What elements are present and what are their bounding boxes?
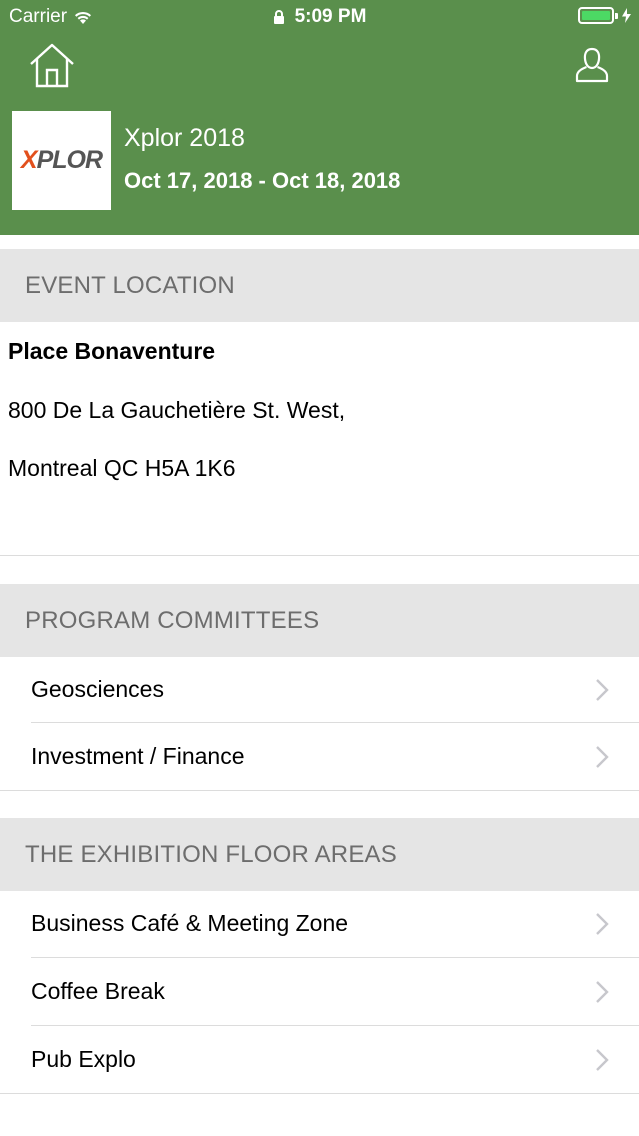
list-item-coffee-break[interactable]: Coffee Break xyxy=(0,958,639,1025)
list-item-business-cafe[interactable]: Business Café & Meeting Zone xyxy=(0,890,639,957)
list-item-geosciences[interactable]: Geosciences xyxy=(0,656,639,723)
list-item-pub-explo[interactable]: Pub Explo xyxy=(0,1026,639,1093)
profile-icon[interactable] xyxy=(574,46,610,84)
list-item-label: Geosciences xyxy=(31,676,164,702)
event-title: Xplor 2018 xyxy=(124,124,245,152)
chevron-right-icon xyxy=(596,1049,609,1071)
list-item-investment-finance[interactable]: Investment / Finance xyxy=(0,723,639,790)
divider xyxy=(0,555,639,556)
divider xyxy=(0,790,639,791)
event-dates: Oct 17, 2018 - Oct 18, 2018 xyxy=(124,168,401,193)
list-item-label: Business Café & Meeting Zone xyxy=(31,910,349,936)
chevron-right-icon xyxy=(596,679,609,701)
status-time: 5:09 PM xyxy=(294,6,367,27)
home-icon[interactable] xyxy=(28,42,76,88)
address-line-1: 800 De La Gauchetière St. West, xyxy=(8,397,346,423)
section-header-exhibition-floor-areas: THE EXHIBITION FLOOR AREAS xyxy=(0,818,639,891)
section-header-event-location: EVENT LOCATION xyxy=(0,249,639,322)
address-line-2: Montreal QC H5A 1K6 xyxy=(8,455,236,481)
chevron-right-icon xyxy=(596,981,609,1003)
battery-fill xyxy=(582,11,610,20)
list-item-label: Coffee Break xyxy=(31,978,165,1004)
list-item-label: Investment / Finance xyxy=(31,743,245,769)
chevron-right-icon xyxy=(596,913,609,935)
event-header: Carrier 5:09 PM XPLOR Xplor 2018 Oct 17,… xyxy=(0,0,639,235)
section-header-program-committees: PROGRAM COMMITTEES xyxy=(0,584,639,657)
status-bar: Carrier 5:09 PM xyxy=(0,0,639,32)
charging-icon xyxy=(622,8,631,23)
event-logo: XPLOR xyxy=(12,111,111,210)
lock-icon xyxy=(273,9,284,24)
divider xyxy=(0,1093,639,1094)
venue-name: Place Bonaventure xyxy=(8,338,216,364)
list-item-label: Pub Explo xyxy=(31,1046,136,1072)
chevron-right-icon xyxy=(596,746,609,768)
battery-indicator xyxy=(578,7,631,24)
